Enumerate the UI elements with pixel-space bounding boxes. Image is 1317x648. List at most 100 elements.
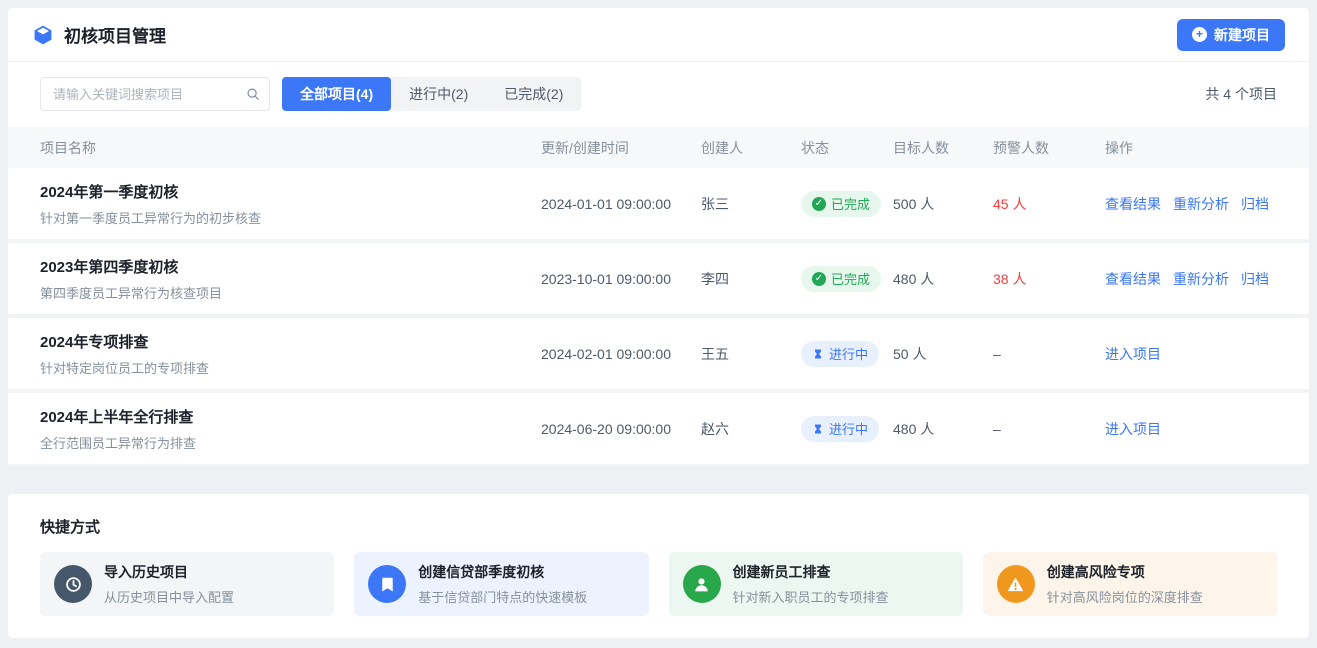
target-count: 480 人 xyxy=(893,419,993,439)
action-link[interactable]: 查看结果 xyxy=(1105,269,1161,289)
check-circle-icon: ✓ xyxy=(812,272,826,286)
shortcut-icon-circle xyxy=(683,565,721,603)
hourglass-icon xyxy=(812,348,824,360)
status-cell: ✓ 进行中 xyxy=(801,416,893,442)
status-cell: ✓ 进行中 xyxy=(801,341,893,367)
project-creator: 王五 xyxy=(701,344,801,364)
shortcut-card[interactable]: 创建信贷部季度初核 基于信贷部门特点的快速模板 xyxy=(354,552,648,616)
column-header: 项目名称 xyxy=(40,138,541,158)
status-label: 进行中 xyxy=(829,419,868,438)
row-actions: 进入项目 xyxy=(1105,419,1277,439)
table-row[interactable]: 2024年第一季度初核 针对第一季度员工异常行为的初步核查 2024-01-01… xyxy=(8,168,1309,239)
shortcut-text: 创建高风险专项 针对高风险岗位的深度排查 xyxy=(1047,562,1203,606)
project-time: 2023-10-01 09:00:00 xyxy=(541,271,701,287)
action-link[interactable]: 进入项目 xyxy=(1105,344,1161,364)
new-project-label: 新建项目 xyxy=(1214,25,1270,45)
status-label: 已完成 xyxy=(831,194,870,213)
project-name-cell: 2023年第四季度初核 第四季度员工异常行为核查项目 xyxy=(40,256,541,302)
table-row[interactable]: 2024年专项排查 针对特定岗位员工的专项排查 2024-02-01 09:00… xyxy=(8,318,1309,389)
action-link[interactable]: 归档 xyxy=(1241,194,1269,214)
search-icon[interactable] xyxy=(246,87,260,101)
target-count: 480 人 xyxy=(893,269,993,289)
shortcut-desc: 基于信贷部门特点的快速模板 xyxy=(418,587,587,606)
project-creator: 张三 xyxy=(701,194,801,214)
tab[interactable]: 全部项目(4) xyxy=(282,77,391,111)
row-actions: 查看结果重新分析归档 xyxy=(1105,194,1277,214)
action-link[interactable]: 重新分析 xyxy=(1173,194,1229,214)
project-time: 2024-01-01 09:00:00 xyxy=(541,196,701,212)
shortcut-title: 创建新员工排查 xyxy=(733,562,889,582)
tab[interactable]: 已完成(2) xyxy=(486,77,581,111)
column-header: 创建人 xyxy=(701,138,801,158)
shortcut-text: 导入历史项目 从历史项目中导入配置 xyxy=(104,562,234,606)
status-badge: ✓ 进行中 xyxy=(801,416,879,442)
shortcut-card[interactable]: 创建高风险专项 针对高风险岗位的深度排查 xyxy=(983,552,1277,616)
project-tabs: 全部项目(4)进行中(2)已完成(2) xyxy=(282,77,581,111)
total-count: 共 4 个项目 xyxy=(1205,84,1277,104)
shortcut-icon-circle xyxy=(368,565,406,603)
new-project-button[interactable]: + 新建项目 xyxy=(1177,19,1285,51)
status-label: 已完成 xyxy=(831,269,870,288)
shortcut-desc: 从历史项目中导入配置 xyxy=(104,587,234,606)
table-header: 项目名称更新/创建时间创建人状态目标人数预警人数操作 xyxy=(8,127,1309,168)
shortcut-card[interactable]: 创建新员工排查 针对新入职员工的专项排查 xyxy=(669,552,963,616)
status-cell: ✓ 已完成 xyxy=(801,266,893,292)
clock-icon xyxy=(64,575,83,594)
panel-header: 初核项目管理 + 新建项目 xyxy=(8,8,1309,62)
column-header: 更新/创建时间 xyxy=(541,138,701,158)
target-count: 500 人 xyxy=(893,194,993,214)
project-desc: 针对特定岗位员工的专项排查 xyxy=(40,358,541,377)
shortcut-card[interactable]: 导入历史项目 从历史项目中导入配置 xyxy=(40,552,334,616)
project-time: 2024-06-20 09:00:00 xyxy=(541,421,701,437)
project-name: 2024年第一季度初核 xyxy=(40,181,541,202)
warning-count: – xyxy=(993,421,1105,437)
column-header: 操作 xyxy=(1105,138,1277,158)
project-creator: 李四 xyxy=(701,269,801,289)
project-desc: 全行范围员工异常行为排查 xyxy=(40,433,541,452)
shortcut-title: 导入历史项目 xyxy=(104,562,234,582)
action-link[interactable]: 进入项目 xyxy=(1105,419,1161,439)
search-input[interactable] xyxy=(40,77,270,111)
shortcut-desc: 针对高风险岗位的深度排查 xyxy=(1047,587,1203,606)
warning-count: – xyxy=(993,346,1105,362)
row-actions: 查看结果重新分析归档 xyxy=(1105,269,1277,289)
hourglass-icon xyxy=(812,423,824,435)
project-desc: 第四季度员工异常行为核查项目 xyxy=(40,283,541,302)
status-badge: ✓ 已完成 xyxy=(801,191,881,217)
row-actions: 进入项目 xyxy=(1105,344,1277,364)
table-row[interactable]: 2023年第四季度初核 第四季度员工异常行为核查项目 2023-10-01 09… xyxy=(8,243,1309,314)
action-link[interactable]: 重新分析 xyxy=(1173,269,1229,289)
shortcuts-panel: 快捷方式 xyxy=(8,494,1309,638)
warning-icon xyxy=(1006,575,1025,594)
project-name-cell: 2024年专项排查 针对特定岗位员工的专项排查 xyxy=(40,331,541,377)
status-badge: ✓ 进行中 xyxy=(801,341,879,367)
project-name-cell: 2024年第一季度初核 针对第一季度员工异常行为的初步核查 xyxy=(40,181,541,227)
toolbar: 全部项目(4)进行中(2)已完成(2) 共 4 个项目 xyxy=(8,62,1309,127)
project-name: 2023年第四季度初核 xyxy=(40,256,541,277)
warning-count: 38 人 xyxy=(993,269,1105,289)
column-header: 目标人数 xyxy=(893,138,993,158)
project-desc: 针对第一季度员工异常行为的初步核查 xyxy=(40,208,541,227)
table-row[interactable]: 2024年上半年全行排查 全行范围员工异常行为排查 2024-06-20 09:… xyxy=(8,393,1309,464)
shortcuts-grid: 导入历史项目 从历史项目中导入配置 xyxy=(40,552,1277,616)
plus-icon: + xyxy=(1192,27,1207,42)
action-link[interactable]: 查看结果 xyxy=(1105,194,1161,214)
project-name: 2024年专项排查 xyxy=(40,331,541,352)
target-count: 50 人 xyxy=(893,344,993,364)
project-creator: 赵六 xyxy=(701,419,801,439)
tab[interactable]: 进行中(2) xyxy=(391,77,486,111)
shortcut-desc: 针对新入职员工的专项排查 xyxy=(733,587,889,606)
search-box xyxy=(40,77,270,111)
action-link[interactable]: 归档 xyxy=(1241,269,1269,289)
project-name-cell: 2024年上半年全行排查 全行范围员工异常行为排查 xyxy=(40,406,541,452)
title-wrap: 初核项目管理 xyxy=(32,22,166,47)
shortcut-text: 创建新员工排查 针对新入职员工的专项排查 xyxy=(733,562,889,606)
project-management-panel: 初核项目管理 + 新建项目 全部项目(4)进行中(2)已完成(2) 共 4 个项… xyxy=(8,8,1309,466)
project-time: 2024-02-01 09:00:00 xyxy=(541,346,701,362)
status-cell: ✓ 已完成 xyxy=(801,191,893,217)
project-name: 2024年上半年全行排查 xyxy=(40,406,541,427)
user-icon xyxy=(692,575,711,594)
page: 初核项目管理 + 新建项目 全部项目(4)进行中(2)已完成(2) 共 4 个项… xyxy=(0,0,1317,648)
shortcut-title: 创建高风险专项 xyxy=(1047,562,1203,582)
status-label: 进行中 xyxy=(829,344,868,363)
